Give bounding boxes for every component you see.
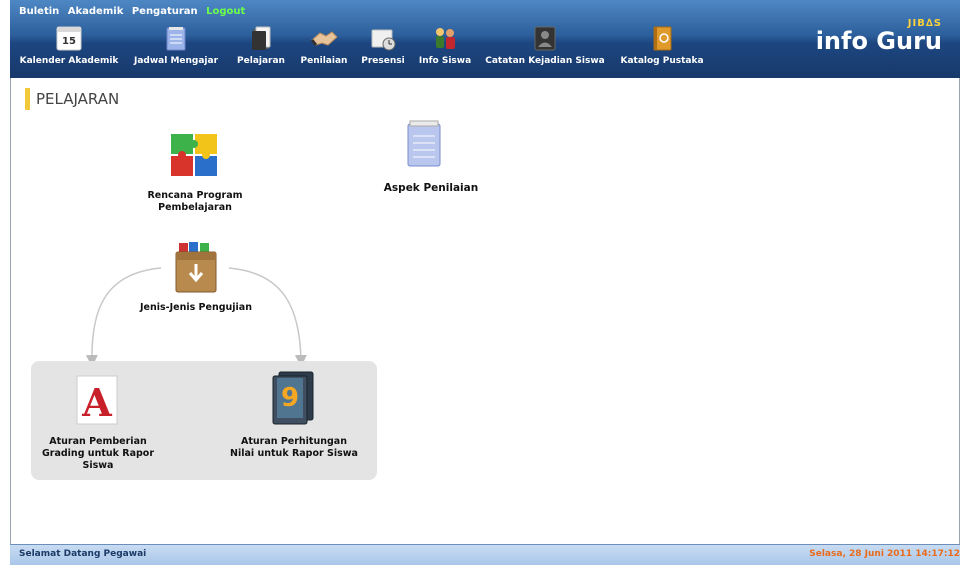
nav-pelajaran[interactable]: Pelajaran <box>232 24 290 66</box>
box-icon <box>175 242 217 293</box>
notepad-icon <box>407 120 441 167</box>
status-bar: Selamat Datang Pegawai Selasa, 28 Juni 2… <box>10 544 960 565</box>
brand-name: info Guru <box>815 27 942 55</box>
nav-label: Penilaian <box>300 56 348 66</box>
aturan-grading-label[interactable]: Aturan Pemberian Grading untuk Rapor Sis… <box>33 436 163 472</box>
person-dark-icon <box>531 24 559 52</box>
puzzle-icon <box>171 134 217 176</box>
nav-label: Katalog Pustaka <box>620 56 704 66</box>
menu-pengaturan[interactable]: Pengaturan <box>132 6 198 17</box>
jenis-pengujian-button[interactable] <box>173 240 219 296</box>
calendar-icon: 15 <box>55 24 83 52</box>
handshake-icon <box>310 24 338 52</box>
rencana-program-button[interactable] <box>165 130 225 182</box>
nav-label: Catatan Kejadian Siswa <box>485 56 605 66</box>
menu-buletin[interactable]: Buletin <box>19 6 59 17</box>
books-icon <box>247 24 275 52</box>
rencana-program-label[interactable]: Rencana Program Pembelajaran <box>135 190 255 214</box>
nav-penilaian[interactable]: Penilaian <box>296 24 352 66</box>
number-nine-icon: 9 <box>272 371 314 425</box>
menu-akademik[interactable]: Akademik <box>68 6 124 17</box>
notepad-icon <box>162 24 190 52</box>
welcome-text: Selamat Datang Pegawai <box>19 549 147 559</box>
nav-label: Kalender Akademik <box>19 56 119 66</box>
top-menu: Buletin Akademik Pengaturan Logout <box>19 6 250 17</box>
main-content: PELAJARAN Rencana Program Pembelajaran A… <box>10 78 960 544</box>
brand-logo: JIB∆S info Guru <box>816 18 942 53</box>
logout-link[interactable]: Logout <box>206 6 245 17</box>
nav-label: Presensi <box>361 56 405 66</box>
nav-catatan-kejadian-siswa[interactable]: Catatan Kejadian Siswa <box>480 24 610 66</box>
book-catalog-icon <box>648 24 676 52</box>
app-window: Buletin Akademik Pengaturan Logout 15 Ka… <box>10 0 960 565</box>
aspek-penilaian-button[interactable] <box>402 118 446 170</box>
nav-info-siswa[interactable]: Info Siswa <box>414 24 476 66</box>
jenis-pengujian-label[interactable]: Jenis-Jenis Pengujian <box>135 302 257 314</box>
header-bar: Buletin Akademik Pengaturan Logout 15 Ka… <box>10 0 960 78</box>
nav-label: Info Siswa <box>418 56 472 66</box>
nav-presensi[interactable]: Presensi <box>358 24 408 66</box>
nav-label: Pelajaran <box>237 56 285 66</box>
grading-letter: A <box>81 380 112 425</box>
people-icon <box>431 24 459 52</box>
letter-a-icon: A <box>76 375 118 425</box>
aturan-perhitungan-button[interactable]: 9 <box>269 370 317 426</box>
aturan-grading-button[interactable]: A <box>75 374 119 426</box>
datetime-text: Selasa, 28 Juni 2011 14:17:12 <box>809 549 960 559</box>
aturan-perhitungan-label[interactable]: Aturan Perhitungan Nilai untuk Rapor Sis… <box>229 436 359 460</box>
clock-icon <box>369 24 397 52</box>
aspek-penilaian-label[interactable]: Aspek Penilaian <box>379 182 483 194</box>
calendar-day: 15 <box>62 36 76 47</box>
perhitungan-digit: 9 <box>281 383 299 413</box>
nav-jadwal-mengajar[interactable]: Jadwal Mengajar <box>126 24 226 66</box>
nav-kalender-akademik[interactable]: 15 Kalender Akademik <box>14 24 124 66</box>
nav-label: Jadwal Mengajar <box>133 56 219 66</box>
nav-katalog-pustaka[interactable]: Katalog Pustaka <box>616 24 708 66</box>
